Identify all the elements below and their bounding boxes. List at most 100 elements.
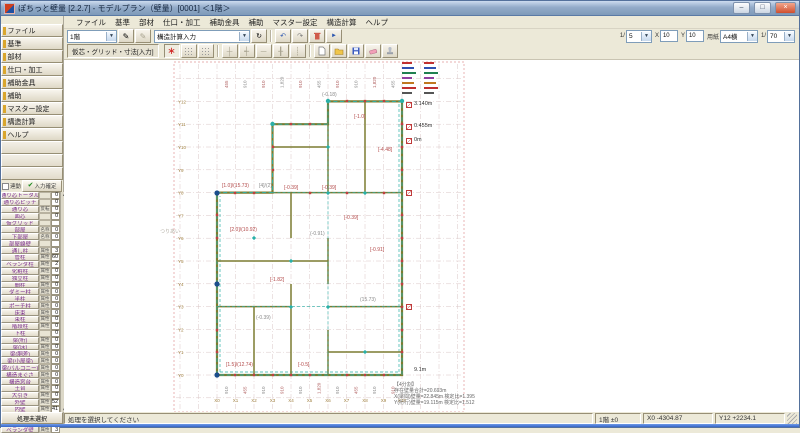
property-value[interactable]: 0: [51, 385, 60, 392]
property-label-button[interactable]: 床束: [1, 309, 39, 316]
undo-button[interactable]: ↶: [275, 29, 291, 43]
print-scale-select[interactable]: 70▼: [767, 30, 795, 43]
property-label-button[interactable]: 梁(バルコニー): [1, 364, 39, 371]
grid-y-input[interactable]: 10: [686, 30, 704, 42]
property-value[interactable]: 0: [51, 364, 60, 371]
property-label-button[interactable]: 構造まぐさ: [1, 371, 39, 378]
delete-trash-button[interactable]: [309, 29, 325, 43]
export-button[interactable]: ►: [326, 29, 342, 43]
property-value[interactable]: 0: [51, 316, 60, 323]
property-label-button[interactable]: ダミー柱: [1, 288, 39, 295]
property-label-button[interactable]: 部屋線壁: [1, 240, 39, 247]
property-value[interactable]: 0: [51, 268, 60, 275]
menu-item-0[interactable]: ファイル: [76, 17, 106, 28]
property-label-button[interactable]: 面芯: [1, 213, 39, 220]
property-value[interactable]: 0: [51, 282, 60, 289]
save-button[interactable]: [348, 44, 364, 58]
menu-item-8[interactable]: ヘルプ: [366, 17, 389, 28]
menu-item-3[interactable]: 仕口・加工: [163, 17, 201, 28]
property-label-button[interactable]: 仮グリッド: [1, 220, 39, 227]
open-folder-button[interactable]: [331, 44, 347, 58]
close-button[interactable]: ×: [775, 2, 796, 14]
property-value[interactable]: 0: [51, 275, 60, 282]
line-tool-5[interactable]: ┊: [290, 44, 306, 58]
confirm-input-button[interactable]: ✔ 入力確定: [22, 180, 62, 192]
property-value[interactable]: 0: [51, 288, 60, 295]
property-value[interactable]: 0: [51, 226, 60, 233]
sidebar-category-6[interactable]: マスター設定: [1, 102, 63, 115]
property-value[interactable]: 0: [51, 323, 60, 330]
property-label-button[interactable]: ポーチ柱: [1, 302, 39, 309]
property-value[interactable]: 0: [51, 192, 60, 199]
property-value[interactable]: 0: [51, 350, 60, 357]
grid-dots-tool[interactable]: [181, 44, 197, 58]
property-label-button[interactable]: 通り芯ピッチ: [1, 199, 39, 206]
center-mark-tool[interactable]: ∗: [164, 44, 180, 58]
sidebar-category-1[interactable]: 基準: [1, 37, 63, 50]
property-value[interactable]: 0: [51, 302, 60, 309]
property-label-button[interactable]: 外壁: [1, 399, 39, 406]
property-value[interactable]: 60: [51, 254, 60, 261]
property-label-button[interactable]: 構造窓台: [1, 378, 39, 385]
property-value[interactable]: 0: [51, 392, 60, 399]
property-label-button[interactable]: 梁(小屋梁): [1, 357, 39, 364]
property-value[interactable]: 0: [51, 378, 60, 385]
menu-item-1[interactable]: 基準: [115, 17, 130, 28]
property-label-button[interactable]: ベランダ柱: [1, 261, 39, 268]
property-value[interactable]: 0: [51, 344, 60, 351]
line-tool-4[interactable]: ╂: [273, 44, 289, 58]
property-label-button[interactable]: 部屋: [1, 226, 39, 233]
property-label-button[interactable]: 化粧柱: [1, 268, 39, 275]
property-label-button[interactable]: 大引き: [1, 392, 39, 399]
sidebar-category-3[interactable]: 仕口・加工: [1, 63, 63, 76]
menu-item-4[interactable]: 補助金具: [210, 17, 240, 28]
property-label-button[interactable]: 束柱: [1, 316, 39, 323]
sidebar-category-4[interactable]: 補助金具: [1, 76, 63, 89]
property-value[interactable]: 0: [51, 213, 60, 220]
sidebar-category-2[interactable]: 部材: [1, 50, 63, 63]
property-value[interactable]: 3: [51, 426, 60, 433]
property-label-button[interactable]: 通り芯: [1, 206, 39, 213]
property-value[interactable]: 0: [51, 371, 60, 378]
property-label-button[interactable]: 管柱: [1, 254, 39, 261]
property-value[interactable]: 0: [51, 199, 60, 206]
property-label-button[interactable]: 下部屋: [1, 233, 39, 240]
menu-item-2[interactable]: 部材: [139, 17, 154, 28]
property-label-button[interactable]: ベランダ壁: [1, 426, 39, 433]
property-value[interactable]: 0: [51, 295, 60, 302]
property-label-button[interactable]: 通し柱: [1, 247, 39, 254]
property-value[interactable]: 0: [51, 337, 60, 344]
property-label-button[interactable]: 下柱: [1, 330, 39, 337]
drawing-canvas[interactable]: 4559109101,8209104559109101,820455910455…: [64, 60, 799, 412]
property-label-button[interactable]: 独立柱: [1, 275, 39, 282]
sidebar-category-8[interactable]: ヘルプ: [1, 128, 63, 141]
new-document-button[interactable]: [314, 44, 330, 58]
property-value[interactable]: 0: [51, 233, 60, 240]
paper-select[interactable]: A4横▼: [720, 30, 758, 43]
property-value[interactable]: 3: [51, 247, 60, 254]
grid-x-input[interactable]: 10: [660, 30, 678, 42]
edit-pencil-button[interactable]: ✎: [118, 29, 134, 43]
grid-dots-tool-2[interactable]: [198, 44, 214, 58]
property-label-button[interactable]: 梁(桁): [1, 337, 39, 344]
property-value[interactable]: [51, 220, 60, 227]
sidebar-category-0[interactable]: ファイル: [1, 24, 63, 37]
link-checkbox[interactable]: [2, 183, 9, 190]
line-tool-1[interactable]: ┼: [222, 44, 238, 58]
menu-item-7[interactable]: 構造計算: [327, 17, 357, 28]
property-value[interactable]: 0: [51, 330, 60, 337]
maximize-button[interactable]: □: [754, 2, 771, 14]
property-label-button[interactable]: 間柱: [1, 282, 39, 289]
property-label-button[interactable]: 階段柱: [1, 323, 39, 330]
line-tool-2[interactable]: ┽: [239, 44, 255, 58]
property-value[interactable]: [51, 240, 60, 247]
property-value[interactable]: 2: [51, 261, 60, 268]
scale-select[interactable]: 5▼: [626, 30, 652, 43]
property-label-button[interactable]: 半柱: [1, 295, 39, 302]
refresh-button[interactable]: ↻: [251, 29, 267, 43]
property-value[interactable]: 52: [51, 399, 60, 406]
redo-button[interactable]: ↷: [292, 29, 308, 43]
property-label-button[interactable]: 土台: [1, 385, 39, 392]
floor-select[interactable]: 1階▼: [67, 30, 117, 43]
line-tool-3[interactable]: ─: [256, 44, 272, 58]
